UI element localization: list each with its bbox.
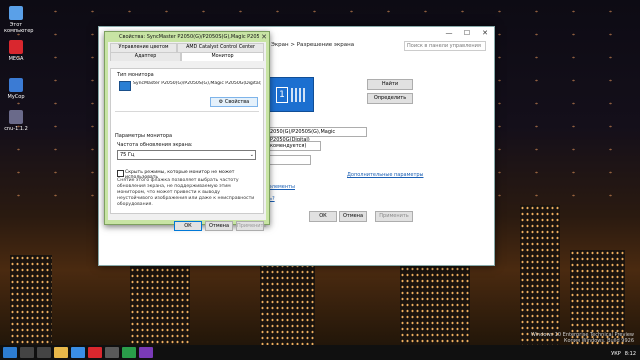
maximize-icon[interactable]: ☐ [458,29,476,37]
refresh-rate-value: 75 Гц [120,152,135,158]
apply-button[interactable]: Применить [236,221,266,231]
dialog-title: Свойства: SyncMaster P2050(G)/P2050S(G),… [119,34,259,40]
search-icon[interactable] [20,347,34,358]
monitor-tab-panel: Тип монитора SyncMaster P2050(G)/P2050S(… [110,68,264,214]
app-icon[interactable] [122,347,136,358]
monitor-properties-dialog: Свойства: SyncMaster P2050(G)/P2050S(G),… [104,31,270,231]
windows-watermark: Windows 10 Enterprise Technical Preview … [531,332,634,344]
monitor-bars-icon [291,87,305,102]
mega-icon [9,40,23,54]
properties-button-label: Свойства [224,99,250,105]
taskbar: УКР 8:12 [0,345,640,360]
cancel-button[interactable]: Отмена [339,211,367,222]
desktop-icon-label: cnu-1.1.2 [4,126,28,132]
app-icon[interactable] [105,347,119,358]
close-icon[interactable]: ✕ [261,33,267,41]
orientation-dropdown[interactable] [267,155,311,165]
properties-button[interactable]: ⚙ Свойства [210,97,258,107]
minimize-icon[interactable]: — [440,29,458,37]
browser-icon[interactable] [71,347,85,358]
desktop-icon-this-pc[interactable]: Этот компьютер [4,6,34,34]
clock[interactable]: 8:12 [625,351,636,357]
warning-note: Снятие этого флажка позволяет выбрать ча… [117,178,255,207]
monitor-number: 1 [276,86,288,103]
identify-button[interactable]: Определить [367,93,413,104]
desktop-icon-label: MyCop [7,94,25,100]
monitor-icon [119,81,131,91]
resolution-dropdown[interactable]: комендуется) [267,141,321,151]
tab-color-management[interactable]: Управление цветом [110,43,178,52]
search-input[interactable]: Поиск в панели управления [404,41,486,51]
refresh-rate-select[interactable]: 75 Гц ⌄ [117,150,256,160]
apply-button[interactable]: Применить [375,211,413,222]
mega-icon[interactable] [88,347,102,358]
desktop-icon-mycop[interactable]: MyCop [4,78,28,100]
tab-adapter[interactable]: Адаптер [110,52,182,61]
text-size-link[interactable]: элементы [269,184,295,190]
start-icon[interactable] [3,347,17,358]
chevron-down-icon: ⌄ [249,152,254,158]
desktop-icon-label: MEGA [8,56,24,62]
monitor-name: SyncMaster P2050(G)/P2050S(G),Magic P205… [133,81,261,86]
file-explorer-icon[interactable] [54,347,68,358]
tab-amd-catalyst[interactable]: AMD Catalyst Control Center [177,43,264,52]
monitor-params-label: Параметры монитора [115,133,173,139]
monitor-type-label: Тип монитора [117,72,154,78]
building [570,250,625,345]
close-icon[interactable]: ✕ [476,29,494,37]
tab-monitor[interactable]: Монитор [181,52,264,61]
refresh-rate-label: Частота обновления экрана: [117,142,193,148]
building [520,205,560,345]
desktop-icon-cnu[interactable]: cnu-1.1.2 [4,110,28,132]
dialog-body: Управление цветом AMD Catalyst Control C… [108,42,266,231]
advanced-settings-link[interactable]: Дополнительные параметры [347,172,423,178]
monitor-preview[interactable]: 1 [267,77,314,112]
ok-button[interactable]: ОК [309,211,337,222]
breadcrumb[interactable]: Экран > Разрешение экрана [271,42,354,48]
hide-modes-checkbox[interactable] [117,170,124,177]
language-indicator[interactable]: УКР [611,351,621,357]
app-icon [9,110,23,124]
ok-button[interactable]: ОК [174,221,202,231]
divider [115,111,259,112]
tab-row-top: Управление цветом AMD Catalyst Control C… [110,43,264,52]
building [10,255,52,345]
app-icon[interactable] [139,347,153,358]
cancel-button[interactable]: Отмена [205,221,233,231]
task-view-icon[interactable] [37,347,51,358]
app-icon [9,78,23,92]
watermark-line2: Копия Windows. Build 9926 [563,338,634,344]
computer-icon [9,6,23,20]
desktop-icon-label: Этот компьютер [4,22,34,34]
tab-row-bottom: Адаптер Монитор [110,52,264,61]
system-tray: УКР 8:12 [611,351,636,357]
desktop-icon-mega[interactable]: MEGA [4,40,28,62]
find-button[interactable]: Найти [367,79,413,90]
display-dropdown[interactable]: 2050(G)/P2050S(G),Magic P2050G(Digital) [267,127,367,143]
